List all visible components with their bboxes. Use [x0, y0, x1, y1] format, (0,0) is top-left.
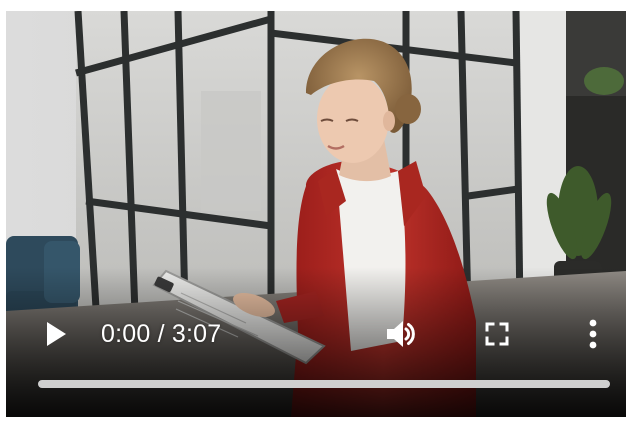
- video-frame[interactable]: [6, 11, 626, 417]
- more-vertical-icon: [589, 319, 597, 349]
- play-icon: [47, 322, 66, 346]
- volume-icon: [387, 321, 415, 347]
- fullscreen-button[interactable]: [480, 317, 514, 351]
- controls-gradient-overlay: [6, 267, 626, 417]
- more-options-button[interactable]: [578, 315, 608, 353]
- video-player[interactable]: 0:00 / 3:07: [6, 11, 626, 417]
- fullscreen-icon: [485, 322, 509, 346]
- seek-bar[interactable]: [38, 380, 610, 388]
- volume-button[interactable]: [382, 314, 422, 354]
- time-display: 0:00 / 3:07: [101, 320, 222, 348]
- play-button[interactable]: [40, 317, 72, 351]
